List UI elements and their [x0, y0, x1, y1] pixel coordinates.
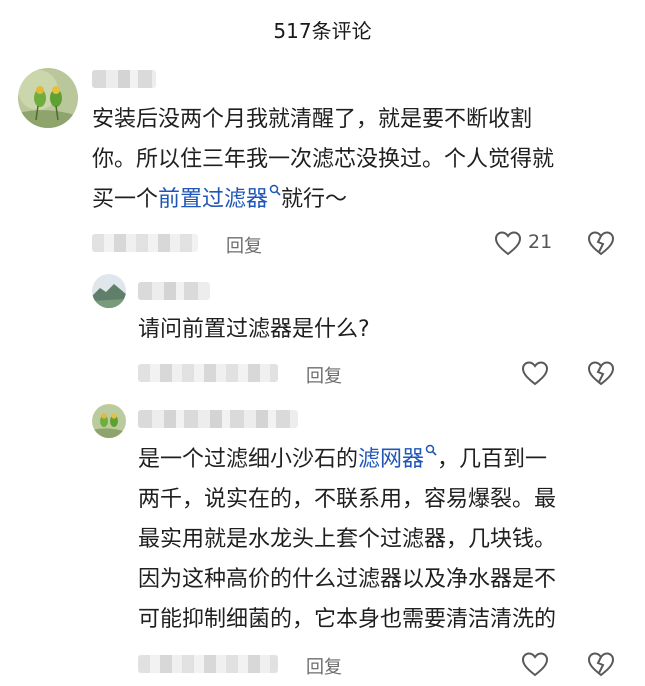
text-segment: 就行～ [281, 187, 348, 212]
avatar[interactable] [92, 404, 126, 438]
heart-icon[interactable] [494, 230, 522, 256]
comment-line: 可能抑制细菌的，它本身也需要清洁清洗的 [138, 607, 557, 632]
avatar[interactable] [92, 274, 126, 308]
text-segment: 是一个过滤细小沙石的 [138, 447, 359, 472]
search-link[interactable]: 前置过滤器 [158, 187, 268, 212]
comment-line: 最实用就是水龙头上套个过滤器，几块钱。 [138, 527, 557, 552]
comment-line: 请问前置过滤器是什么? [138, 317, 370, 342]
comments-count-title: 517条评论 [273, 19, 372, 43]
broken-heart-icon[interactable] [587, 651, 615, 677]
reply-button[interactable]: 回复 [226, 232, 262, 258]
comment-line: 买一个前置过滤器 就行～ [92, 180, 632, 220]
timestamp-location-redacted [92, 234, 198, 252]
timestamp-location-redacted [138, 655, 278, 673]
username-redacted[interactable] [92, 70, 156, 88]
comment-text: 是一个过滤细小沙石的滤网器 ，几百到一 两千，说实在的，不联系用，容易爆裂。最 最… [138, 440, 628, 640]
search-icon [269, 184, 281, 196]
comment-line: 是一个过滤细小沙石的滤网器 ，几百到一 [138, 440, 628, 480]
avatar[interactable] [18, 68, 78, 128]
broken-heart-icon[interactable] [587, 360, 615, 386]
heart-icon[interactable] [521, 651, 549, 677]
comment-line: 安装后没两个月我就清醒了，就是要不断收割 [92, 107, 533, 132]
text-segment: 买一个 [92, 187, 159, 212]
broken-heart-icon[interactable] [587, 230, 615, 256]
username-redacted[interactable] [138, 410, 298, 428]
search-icon [425, 444, 437, 456]
comment-line: 两千，说实在的，不联系用，容易爆裂。最 [138, 487, 557, 512]
comment-text: 安装后没两个月我就清醒了，就是要不断收割 你。所以住三年我一次滤芯没换过。个人觉… [92, 100, 632, 220]
text-segment: ，几百到一 [437, 447, 548, 472]
comment-line: 你。所以住三年我一次滤芯没换过。个人觉得就 [92, 147, 555, 172]
heart-icon[interactable] [521, 360, 549, 386]
comment-line: 因为这种高价的什么过滤器以及净水器是不 [138, 567, 557, 592]
reply-button[interactable]: 回复 [306, 653, 342, 679]
reply-button[interactable]: 回复 [306, 362, 342, 388]
timestamp-location-redacted [138, 364, 278, 382]
search-link[interactable]: 滤网器 [358, 447, 424, 472]
like-count: 21 [528, 231, 553, 253]
username-redacted[interactable] [138, 282, 210, 300]
comment-text: 请问前置过滤器是什么? [138, 310, 628, 350]
